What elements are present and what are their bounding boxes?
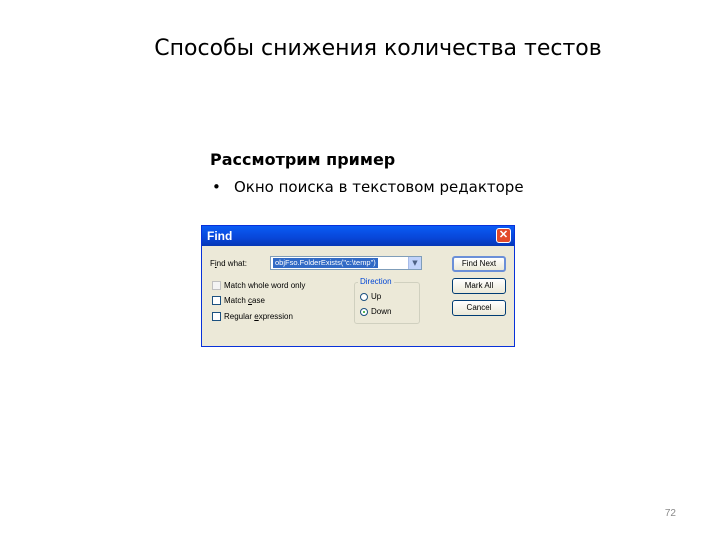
mark-all-button[interactable]: Mark All bbox=[452, 278, 506, 294]
dialog-titlebar[interactable]: Find ✕ bbox=[202, 226, 514, 246]
regex-label: Regular expression bbox=[224, 312, 293, 321]
match-whole-word-checkbox[interactable] bbox=[212, 281, 221, 290]
direction-up-label: Up bbox=[371, 292, 382, 301]
bullet-symbol: • bbox=[212, 178, 221, 196]
match-case-label: Match case bbox=[224, 296, 265, 305]
find-what-input[interactable]: objFso.FolderExists("c:\temp") bbox=[273, 258, 378, 268]
match-case-suffix: ase bbox=[252, 296, 265, 305]
find-what-label: Find what: bbox=[210, 259, 247, 268]
direction-down-label: Down bbox=[371, 307, 392, 316]
close-icon[interactable]: ✕ bbox=[496, 228, 511, 243]
find-next-button[interactable]: Find Next bbox=[452, 256, 506, 272]
direction-up-radio[interactable] bbox=[360, 293, 368, 301]
match-whole-word-label: Match whole word only bbox=[224, 281, 306, 290]
find-what-combo[interactable]: objFso.FolderExists("c:\temp") ▼ bbox=[270, 256, 422, 270]
dialog-title: Find bbox=[207, 229, 233, 243]
bullet-text: Окно поиска в текстовом редакторе bbox=[234, 178, 524, 196]
match-case-prefix: Match bbox=[224, 296, 249, 305]
chevron-down-icon[interactable]: ▼ bbox=[408, 257, 421, 269]
bullet-item: • Окно поиска в текстовом редакторе bbox=[212, 178, 524, 196]
match-case-checkbox[interactable] bbox=[212, 296, 221, 305]
slide-title: Способы снижения количества тестов bbox=[154, 36, 602, 61]
direction-down-radio[interactable] bbox=[360, 308, 368, 316]
regex-suffix: xpression bbox=[258, 312, 293, 321]
cancel-button[interactable]: Cancel bbox=[452, 300, 506, 316]
regex-checkbox[interactable] bbox=[212, 312, 221, 321]
find-dialog: Find ✕ Find what: objFso.FolderExists("c… bbox=[201, 225, 515, 347]
regex-prefix: Regular bbox=[224, 312, 255, 321]
find-what-label-suffix: nd what: bbox=[216, 259, 247, 268]
direction-group bbox=[354, 282, 420, 324]
slide-subtitle: Рассмотрим пример bbox=[210, 150, 396, 169]
direction-label: Direction bbox=[358, 277, 394, 286]
page-number: 72 bbox=[664, 508, 676, 519]
